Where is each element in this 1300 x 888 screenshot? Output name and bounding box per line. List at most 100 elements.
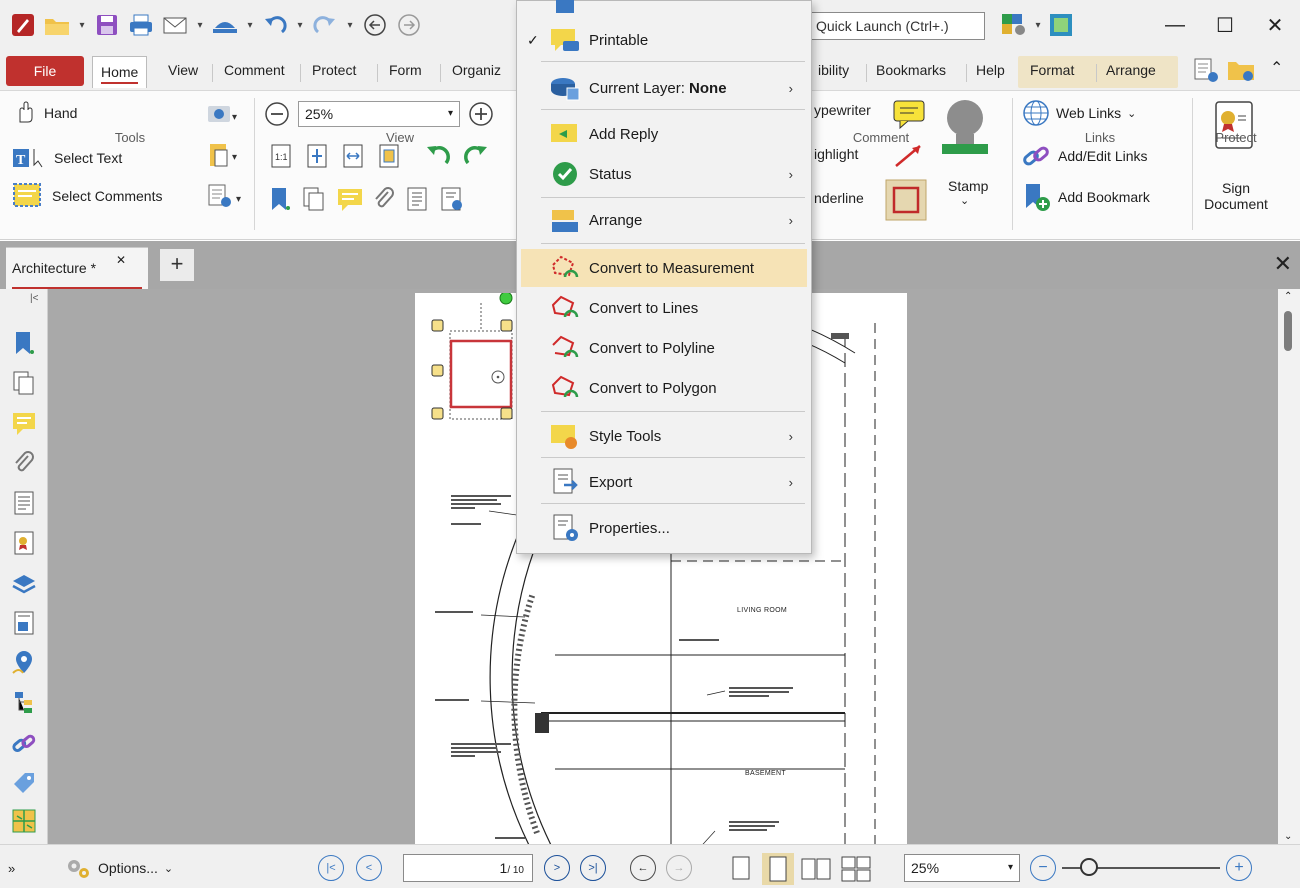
options-button[interactable]: Options... ⌄: [64, 855, 173, 881]
back-icon[interactable]: [360, 10, 390, 40]
tab-help[interactable]: Help: [968, 58, 1013, 84]
chevron-down-icon[interactable]: ⌄: [960, 194, 969, 207]
menu-item-status[interactable]: Status ›: [521, 155, 807, 193]
new-tab-button[interactable]: +: [160, 249, 194, 281]
sign-document-button[interactable]: Sign Document: [1196, 180, 1276, 212]
save-icon[interactable]: [92, 10, 122, 40]
continuous-page-icon[interactable]: [762, 853, 794, 885]
sign-document-icon[interactable]: [1212, 98, 1258, 154]
menu-item-printable[interactable]: ✓ Printable: [521, 21, 807, 59]
back-view-button[interactable]: ←: [630, 855, 656, 881]
collapse-pane-icon[interactable]: |<: [30, 293, 38, 304]
bookmarks-pane-icon[interactable]: [268, 186, 292, 212]
fit-width-icon[interactable]: [342, 143, 364, 169]
chevron-down-icon[interactable]: ▾: [1032, 20, 1044, 31]
properties-pane-icon[interactable]: [440, 186, 464, 212]
tab-comment[interactable]: Comment: [216, 58, 293, 84]
layout-icon[interactable]: [10, 807, 38, 835]
forward-view-button[interactable]: →: [666, 855, 692, 881]
menu-item-add-reply[interactable]: Add Reply: [521, 115, 807, 153]
tab-file[interactable]: File: [6, 56, 84, 86]
menu-item-style-tools[interactable]: Style Tools ›: [521, 417, 807, 455]
content-icon[interactable]: [10, 489, 38, 517]
menu-item-properties[interactable]: Properties...: [521, 509, 807, 547]
tab-home[interactable]: Home: [92, 56, 148, 88]
fit-page-icon[interactable]: [306, 143, 328, 169]
close-document-icon[interactable]: ✕: [1274, 251, 1292, 277]
quick-launch-input[interactable]: Quick Launch (Ctrl+.): [805, 12, 985, 40]
chevron-down-icon[interactable]: ▾: [294, 20, 306, 31]
select-text-button[interactable]: T Select Text: [12, 143, 122, 173]
document-tab[interactable]: Architecture * ✕: [6, 247, 148, 289]
chevron-down-icon[interactable]: ▾: [244, 20, 256, 31]
redo-icon[interactable]: [310, 10, 340, 40]
find-text-icon[interactable]: ▾: [206, 182, 246, 210]
chevron-down-icon[interactable]: ▾: [344, 20, 356, 31]
typewriter-button[interactable]: ypewriter: [814, 102, 871, 118]
comments-icon[interactable]: [10, 409, 38, 437]
next-page-button[interactable]: >: [544, 855, 570, 881]
scroll-up-icon[interactable]: ⌃: [1284, 291, 1292, 302]
zoom-slider-thumb[interactable]: [1080, 858, 1098, 876]
menu-item-convert-to-measurement[interactable]: Convert to Measurement: [521, 249, 807, 287]
vertical-scrollbar[interactable]: ⌃ ⌄: [1278, 289, 1300, 844]
attachments-icon[interactable]: [10, 449, 38, 477]
ui-options-icon[interactable]: [1000, 12, 1028, 38]
signatures-icon[interactable]: [10, 529, 38, 557]
app-logo-icon[interactable]: [8, 10, 38, 40]
tab-accessibility[interactable]: ibility: [810, 58, 857, 84]
collapse-ribbon-icon[interactable]: ⌃: [1270, 58, 1283, 78]
tab-bookmarks[interactable]: Bookmarks: [868, 58, 954, 84]
tab-protect[interactable]: Protect: [304, 58, 364, 84]
zoom-out-icon[interactable]: [264, 101, 290, 127]
menu-item-convert-to-polyline[interactable]: Convert to Polyline: [521, 329, 807, 367]
fit-visible-icon[interactable]: [378, 143, 400, 169]
print-icon[interactable]: [126, 10, 156, 40]
pages-pane-icon[interactable]: [302, 186, 326, 212]
zoom-in-icon[interactable]: [468, 101, 494, 127]
add-edit-links-button[interactable]: Add/Edit Links: [1022, 141, 1148, 171]
rotate-left-icon[interactable]: [424, 141, 454, 171]
tab-form[interactable]: Form: [381, 58, 430, 84]
fullscreen-icon[interactable]: [1048, 12, 1074, 38]
tab-view[interactable]: View: [160, 58, 206, 84]
content-pane-icon[interactable]: [406, 186, 430, 212]
undo-icon[interactable]: [260, 10, 290, 40]
facing-pages-icon[interactable]: [800, 855, 832, 883]
add-bookmark-button[interactable]: Add Bookmark: [1022, 182, 1150, 212]
facing-continuous-icon[interactable]: [840, 855, 872, 883]
menu-item-current-layer[interactable]: Current Layer: None ›: [521, 69, 807, 107]
note-icon[interactable]: [890, 98, 930, 130]
menu-item-locked[interactable]: [521, 0, 807, 21]
chevron-down-icon[interactable]: ▾: [76, 20, 88, 31]
scan-icon[interactable]: [210, 10, 240, 40]
menu-item-convert-to-lines[interactable]: Convert to Lines: [521, 289, 807, 327]
tab-arrange[interactable]: Arrange: [1098, 58, 1164, 84]
scroll-down-icon[interactable]: ⌄: [1284, 831, 1292, 842]
tag-icon[interactable]: [10, 769, 38, 797]
comments-pane-icon[interactable]: [336, 186, 364, 212]
find-icon[interactable]: [1192, 56, 1220, 84]
stamp-icon[interactable]: [938, 96, 992, 166]
status-zoom-in-button[interactable]: +: [1226, 855, 1252, 881]
attachments-pane-icon[interactable]: [372, 186, 396, 212]
forward-icon[interactable]: [394, 10, 424, 40]
previous-page-button[interactable]: <: [356, 855, 382, 881]
tags-icon[interactable]: [10, 689, 38, 717]
status-zoom-out-button[interactable]: −: [1030, 855, 1056, 881]
web-links-button[interactable]: Web Links ⌄: [1022, 98, 1136, 128]
maximize-icon[interactable]: ☐: [1200, 0, 1250, 50]
email-icon[interactable]: [160, 10, 190, 40]
clipboard-icon[interactable]: ▾: [206, 140, 240, 170]
close-tab-icon[interactable]: ✕: [116, 240, 126, 280]
pages-icon[interactable]: [10, 369, 38, 397]
chevron-down-icon[interactable]: ▾: [194, 20, 206, 31]
tab-format[interactable]: Format: [1022, 58, 1082, 84]
zoom-select[interactable]: 25% ▾: [298, 101, 460, 127]
snapshot-icon[interactable]: ▾: [206, 100, 240, 126]
menu-item-export[interactable]: Export ›: [521, 463, 807, 501]
rectangle-icon[interactable]: [884, 178, 930, 224]
layers-icon[interactable]: [10, 571, 38, 599]
bookmarks-icon[interactable]: [10, 329, 38, 357]
rotate-right-icon[interactable]: [460, 141, 490, 171]
